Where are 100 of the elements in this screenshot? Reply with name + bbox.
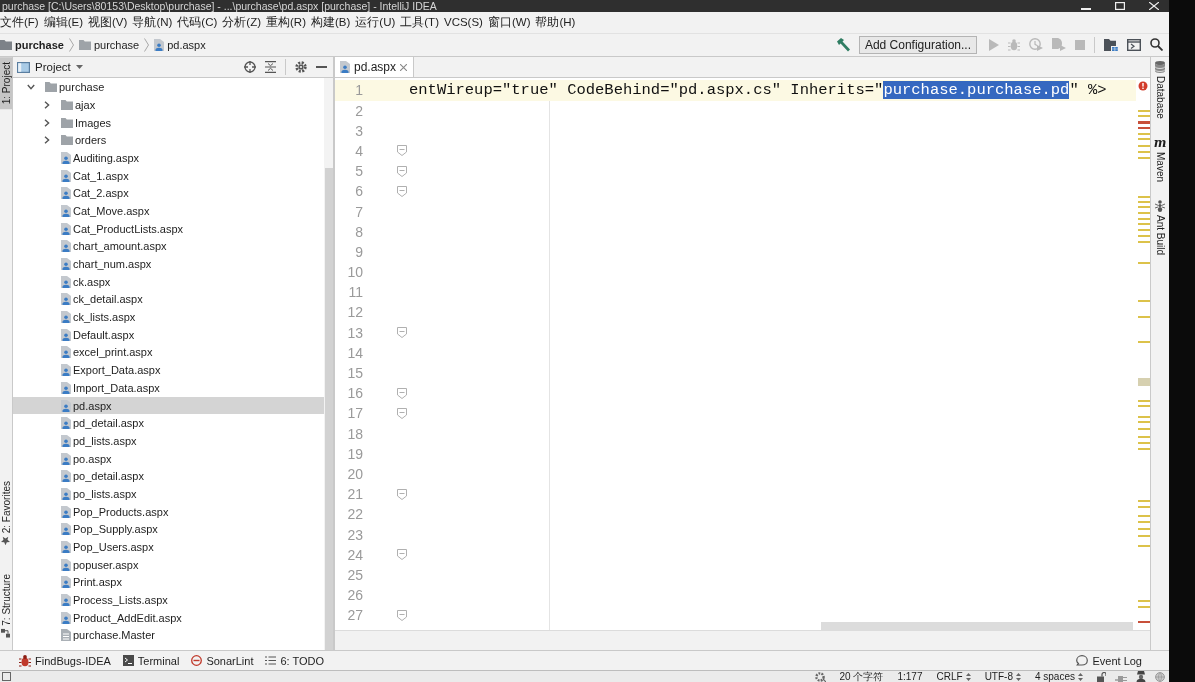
tree-item[interactable]: purchase.Master: [13, 626, 324, 645]
tool-window-button[interactable]: Terminal: [119, 654, 183, 667]
tree-item[interactable]: Pop_Products.aspx: [13, 502, 324, 521]
tool-window-button[interactable]: 6: TODO: [262, 654, 328, 667]
menu-item[interactable]: 构建(B): [310, 14, 351, 30]
folder-grid-icon[interactable]: [1104, 39, 1118, 51]
tree-item[interactable]: Cat_ProductLists.aspx: [13, 219, 324, 238]
scrollbar-thumb[interactable]: [821, 622, 1133, 631]
tree-item[interactable]: Pop_Users.aspx: [13, 538, 324, 556]
fold-marker-icon[interactable]: [397, 549, 407, 561]
tree-item[interactable]: excel_print.aspx: [13, 343, 324, 362]
tree-item[interactable]: pd_detail.aspx: [13, 414, 324, 433]
menu-item[interactable]: 导航(N): [132, 14, 173, 30]
tree-item[interactable]: chart_num.aspx: [13, 255, 324, 273]
view-selector[interactable]: Project: [17, 61, 83, 74]
maximize-icon[interactable]: [1115, 2, 1125, 10]
tree-item[interactable]: ck.aspx: [13, 272, 324, 291]
menu-item[interactable]: 运行(U): [355, 14, 396, 30]
tree-item[interactable]: ck_lists.aspx: [13, 308, 324, 326]
tool-window-button[interactable]: FindBugs-IDEA: [16, 654, 114, 667]
globe-icon[interactable]: [1155, 671, 1165, 682]
menu-item[interactable]: 代码(C): [177, 14, 218, 30]
tree-item[interactable]: po_detail.aspx: [13, 467, 324, 486]
tree-item[interactable]: ajax: [13, 96, 324, 114]
menu-item[interactable]: 工具(T): [400, 14, 439, 30]
status-item[interactable]: UTF-8: [984, 671, 1021, 682]
status-item[interactable]: 20 个字符: [839, 671, 884, 682]
settings-icon[interactable]: [295, 61, 307, 74]
fold-marker-icon[interactable]: [397, 387, 407, 399]
tree-item[interactable]: Export_Data.aspx: [13, 361, 324, 379]
menu-item[interactable]: 帮助(H): [535, 14, 576, 30]
lock-icon[interactable]: [1097, 671, 1106, 682]
fold-marker-icon[interactable]: [397, 609, 407, 621]
tree-item[interactable]: Import_Data.aspx: [13, 379, 324, 397]
tree-item[interactable]: pd_lists.aspx: [13, 432, 324, 450]
tree-item[interactable]: purchase: [13, 78, 324, 96]
chevron-right-icon[interactable]: [43, 118, 51, 127]
menu-item[interactable]: 文件(F): [0, 14, 39, 30]
menu-item[interactable]: 窗口(W): [487, 14, 531, 30]
menu-item[interactable]: 分析(Z): [222, 14, 261, 30]
gear-icon[interactable]: [814, 671, 826, 682]
tree-item[interactable]: Default.aspx: [13, 325, 324, 344]
breadcrumb[interactable]: purchase: [0, 39, 64, 51]
tree-item[interactable]: orders: [13, 131, 324, 150]
chevron-right-icon[interactable]: [43, 100, 51, 109]
tree-item[interactable]: Process_Lists.aspx: [13, 591, 324, 609]
scrollbar[interactable]: [324, 78, 333, 651]
minimize-icon[interactable]: [316, 66, 327, 69]
fold-marker-icon[interactable]: [397, 145, 407, 157]
tree-item[interactable]: Product_AddEdit.aspx: [13, 608, 324, 627]
fold-marker-icon[interactable]: [397, 327, 407, 339]
tool-window-button[interactable]: m Maven: [1153, 137, 1167, 183]
tree-item[interactable]: po.aspx: [13, 449, 324, 468]
person-hat-icon[interactable]: [1136, 671, 1146, 682]
window-icon[interactable]: [1127, 39, 1141, 51]
menu-item[interactable]: 重构(R): [266, 14, 306, 30]
tool-window-button[interactable]: 7: Structure: [0, 568, 12, 643]
tree-item[interactable]: popuser.aspx: [13, 555, 324, 574]
error-icon[interactable]: [1138, 81, 1148, 91]
tool-window-button[interactable]: Database: [1153, 61, 1167, 120]
stripe-mark[interactable]: [1138, 621, 1150, 624]
tool-window-button[interactable]: Ant Build: [1153, 200, 1167, 256]
search-icon[interactable]: [1150, 38, 1163, 52]
menu-item[interactable]: VCS(S): [443, 16, 483, 29]
tree-item[interactable]: ck_detail.aspx: [13, 290, 324, 309]
tool-window-button[interactable]: Event Log: [1073, 654, 1145, 667]
tree-item[interactable]: pd.aspx: [13, 396, 324, 415]
menu-item[interactable]: 编辑(E): [43, 14, 84, 30]
tree-item[interactable]: Auditing.aspx: [13, 149, 324, 167]
stripe-mark[interactable]: [1138, 121, 1150, 125]
tree-item[interactable]: Cat_1.aspx: [13, 166, 324, 185]
tree-item[interactable]: Cat_2.aspx: [13, 184, 324, 203]
tree-item[interactable]: Print.aspx: [13, 573, 324, 592]
stripe-mark[interactable]: [1138, 127, 1150, 130]
hammer-icon[interactable]: [835, 38, 850, 52]
crosshair-icon[interactable]: [244, 61, 256, 74]
square-icon[interactable]: [2, 672, 11, 681]
editor-tab[interactable]: pd.aspx: [335, 57, 415, 78]
collapse-icon[interactable]: [265, 61, 276, 74]
tree-item[interactable]: Pop_Supply.aspx: [13, 520, 324, 539]
scrollbar-thumb[interactable]: [325, 168, 333, 651]
tool-window-button[interactable]: SonarLint: [188, 654, 257, 667]
chevron-down-icon[interactable]: [27, 83, 35, 92]
menu-item[interactable]: 视图(V): [88, 14, 128, 30]
chevron-right-icon[interactable]: [43, 136, 51, 145]
fold-marker-icon[interactable]: [397, 165, 407, 177]
fold-marker-icon[interactable]: [397, 407, 407, 419]
add-configuration-button[interactable]: Add Configuration...: [858, 36, 977, 54]
tree-item[interactable]: Cat_Move.aspx: [13, 202, 324, 220]
status-item[interactable]: 4 spaces: [1034, 671, 1083, 682]
tree-item[interactable]: Images: [13, 113, 324, 132]
status-item[interactable]: CRLF: [936, 671, 971, 682]
breadcrumb[interactable]: pd.aspx: [154, 39, 206, 51]
tree-item[interactable]: chart_amount.aspx: [13, 237, 324, 256]
tool-window-button[interactable]: 2: Favorites: [0, 476, 12, 551]
fold-marker-icon[interactable]: [397, 488, 407, 500]
fold-marker-icon[interactable]: [397, 185, 407, 197]
breadcrumb[interactable]: purchase: [78, 39, 140, 51]
tool-window-button[interactable]: 1: Project: [0, 57, 12, 110]
tree-item[interactable]: po_lists.aspx: [13, 485, 324, 503]
